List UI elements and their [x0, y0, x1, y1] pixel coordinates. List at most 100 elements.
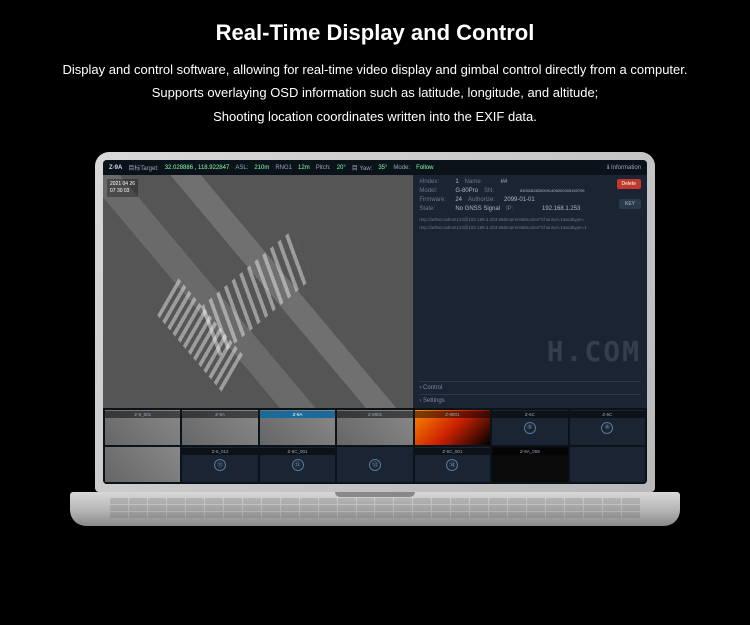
description-line: Supports overlaying OSD information such…: [28, 81, 722, 104]
keyboard-key: [565, 498, 583, 504]
keyboard-key: [508, 505, 526, 511]
stream-url: rtsp://admin:admin123@192.168.1.253:556/…: [419, 217, 641, 222]
laptop-mockup: Z-9A 目标Target: 32.028886 , 118.922847 AS…: [95, 152, 655, 526]
keyboard-key: [110, 505, 128, 511]
pitch-value: 20°: [337, 165, 346, 171]
thumbnail-item[interactable]: [105, 447, 180, 482]
info-tab[interactable]: ℹ Information: [607, 164, 641, 171]
keyboard-key: [413, 498, 431, 504]
keyboard-key: [451, 505, 469, 511]
asl-label: ASL:: [235, 165, 248, 171]
keyboard-key: [470, 512, 488, 518]
keyboard-key: [527, 505, 545, 511]
keyboard-key: [584, 512, 602, 518]
main-content: 2021 04 26 07 30 03 Delete KEY #Index: 1…: [103, 175, 647, 408]
keyboard-key: [470, 498, 488, 504]
keyboard-key: [357, 505, 375, 511]
model-label: Model:: [419, 188, 449, 194]
keyboard-key: [319, 498, 337, 504]
keyboard-key: [394, 498, 412, 504]
keyboard-key: [186, 498, 204, 504]
keyboard-key: [224, 498, 242, 504]
delete-button[interactable]: Delete: [617, 179, 641, 189]
keyboard-key: [508, 498, 526, 504]
keyboard-key: [603, 512, 621, 518]
keyboard-key: [603, 498, 621, 504]
keyboard-key: [281, 505, 299, 511]
thumbnail-item[interactable]: ⑬: [337, 447, 412, 482]
firmware-value: 24: [455, 197, 462, 203]
thumbnail-item[interactable]: Z-8801: [415, 410, 490, 445]
thumbnail-label: Z-6C_001: [415, 448, 490, 455]
thumbnail-item[interactable]: [570, 447, 645, 482]
thumbnail-item[interactable]: Z-6_001: [105, 410, 180, 445]
keyboard-key: [129, 512, 147, 518]
keyboard-key: [300, 512, 318, 518]
key-button[interactable]: KEY: [619, 199, 641, 209]
keyboard-key: [432, 505, 450, 511]
keyboard-key: [357, 512, 375, 518]
thumbnail-item[interactable]: ⑭Z-6C_001: [415, 447, 490, 482]
keyboard-key: [622, 505, 640, 511]
thumbnail-image: [105, 447, 180, 482]
keyboard-key: [262, 505, 280, 511]
thumbnail-item[interactable]: ⑧Z-6C: [570, 410, 645, 445]
thumbnail-label: Z-6C_001: [260, 448, 335, 455]
thumbnail-item[interactable]: ⑥Z-6C: [492, 410, 567, 445]
thumbnail-item[interactable]: ⑪Z-6_012: [182, 447, 257, 482]
page-description: Display and control software, allowing f…: [0, 46, 750, 128]
keyboard-key: [375, 505, 393, 511]
target-value: 32.028886 , 118.922847: [165, 165, 230, 171]
laptop-bezel: Z-9A 目标Target: 32.028886 , 118.922847 AS…: [95, 152, 655, 492]
status-bar: Z-9A 目标Target: 32.028886 , 118.922847 AS…: [103, 160, 647, 175]
settings-section[interactable]: › Settings: [419, 394, 641, 404]
keyboard-key: [489, 505, 507, 511]
thumbnail-number-icon: ⑥: [524, 422, 536, 434]
main-video-feed[interactable]: 2021 04 26 07 30 03: [103, 175, 413, 408]
keyboard-key: [546, 512, 564, 518]
keyboard-key: [432, 498, 450, 504]
thumbnail-number-icon: ⑫: [292, 459, 304, 471]
keyboard-key: [338, 512, 356, 518]
thumbnail-item[interactable]: Z-9A: [260, 410, 335, 445]
firmware-label: Firmware:: [419, 197, 449, 203]
keyboard-key: [432, 512, 450, 518]
description-line: Shooting location coordinates written in…: [28, 105, 722, 128]
keyboard-key: [300, 498, 318, 504]
index-value: 1: [455, 179, 458, 185]
keyboard-key: [413, 505, 431, 511]
thumbnail-item[interactable]: Z-9A_009: [492, 447, 567, 482]
osd-overlay: 2021 04 26 07 30 03: [107, 179, 138, 197]
thumbnail-label: Z-8801: [415, 411, 490, 418]
keyboard-key: [375, 512, 393, 518]
keyboard-key: [546, 505, 564, 511]
keyboard-key: [584, 498, 602, 504]
rng-label: RNG1: [275, 165, 292, 171]
keyboard-key: [224, 512, 242, 518]
model-value: G-80Pro: [455, 188, 478, 194]
sn-label: SN:: [484, 188, 514, 194]
thumbnail-item[interactable]: Z-9A: [182, 410, 257, 445]
thumbnail-item[interactable]: Z-8801: [337, 410, 412, 445]
keyboard-key: [167, 505, 185, 511]
keyboard-key: [167, 512, 185, 518]
ip-label: IP:: [506, 206, 536, 212]
keyboard-key: [243, 505, 261, 511]
keyboard-key: [224, 505, 242, 511]
device-name: Z-9A: [109, 165, 122, 171]
control-section[interactable]: › Control: [419, 381, 641, 391]
keyboard-key: [489, 498, 507, 504]
keyboard-key: [622, 498, 640, 504]
asl-value: 210m: [254, 165, 269, 171]
mode-value: Follow: [416, 165, 433, 171]
ip-value: 192.168.1.253: [542, 206, 580, 212]
keyboard-key: [489, 512, 507, 518]
laptop-keyboard: [110, 498, 640, 518]
target-label: 目标Target:: [128, 163, 158, 172]
keyboard-key: [451, 498, 469, 504]
thumbnail-number-icon: ⑪: [214, 459, 226, 471]
thumbnail-number-icon: ⑧: [601, 422, 613, 434]
keyboard-key: [205, 505, 223, 511]
keyboard-key: [300, 505, 318, 511]
thumbnail-item[interactable]: ⑫ Z-6C_001: [260, 447, 335, 482]
